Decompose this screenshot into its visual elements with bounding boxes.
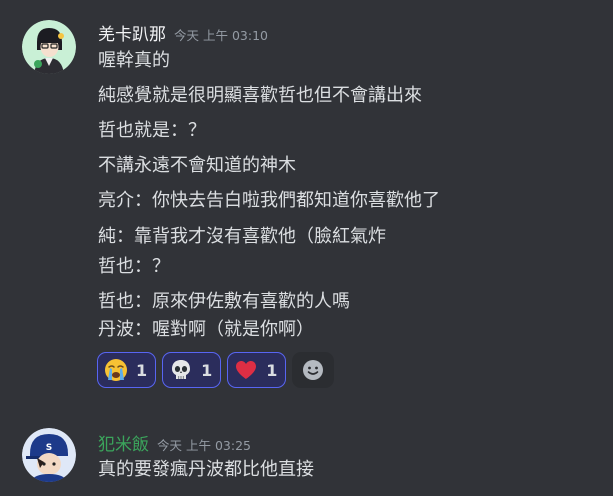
message-text: 不講永遠不會知道的神木	[98, 155, 296, 176]
reaction-count: 1	[136, 360, 148, 380]
reaction-count: 1	[266, 360, 278, 380]
add-reaction-button[interactable]	[292, 352, 335, 388]
username[interactable]: 犯米飯	[98, 430, 149, 455]
reaction-heart[interactable]: 1	[227, 352, 287, 388]
message-text: 亮介：你快去告白啦我們都知道你喜歡他了	[98, 190, 440, 211]
message-text: 純：靠背我才沒有喜歡他（臉紅氣炸	[98, 226, 386, 247]
timestamp: 今天 上午 03:25	[157, 438, 251, 453]
add-reaction-icon	[303, 360, 324, 380]
skull-emoji	[172, 360, 191, 379]
message-text: 喔幹真的	[98, 50, 170, 71]
reaction-count: 1	[201, 360, 213, 380]
loudly-crying-face-emoji	[105, 359, 127, 381]
message-header: 羌卡趴那 今天 上午 03:10	[98, 20, 268, 46]
message-text: 丹波：喔對啊（就是你啊）	[98, 319, 314, 340]
message-text: 哲也：？	[98, 256, 170, 277]
message-text: 純感覺就是很明顯喜歡哲也但不會講出來	[98, 85, 422, 106]
user-avatar[interactable]	[22, 20, 76, 74]
message-text: 哲也就是：？	[98, 120, 206, 141]
username[interactable]: 羌卡趴那	[98, 20, 166, 45]
reaction-crying[interactable]: 1	[97, 352, 157, 388]
message-header: 犯米飯 今天 上午 03:25	[98, 430, 251, 456]
reaction-skull[interactable]: 1	[162, 352, 222, 388]
reaction-bar: 1 1 1	[97, 352, 335, 388]
message-text: 哲也：原來伊佐敷有喜歡的人嗎	[98, 291, 350, 312]
timestamp: 今天 上午 03:10	[174, 28, 268, 43]
red-heart-emoji	[236, 361, 257, 379]
svg-text:S: S	[46, 443, 52, 453]
message-text: 真的要發瘋丹波都比他直接	[98, 459, 314, 480]
user-avatar[interactable]: S	[22, 428, 76, 482]
